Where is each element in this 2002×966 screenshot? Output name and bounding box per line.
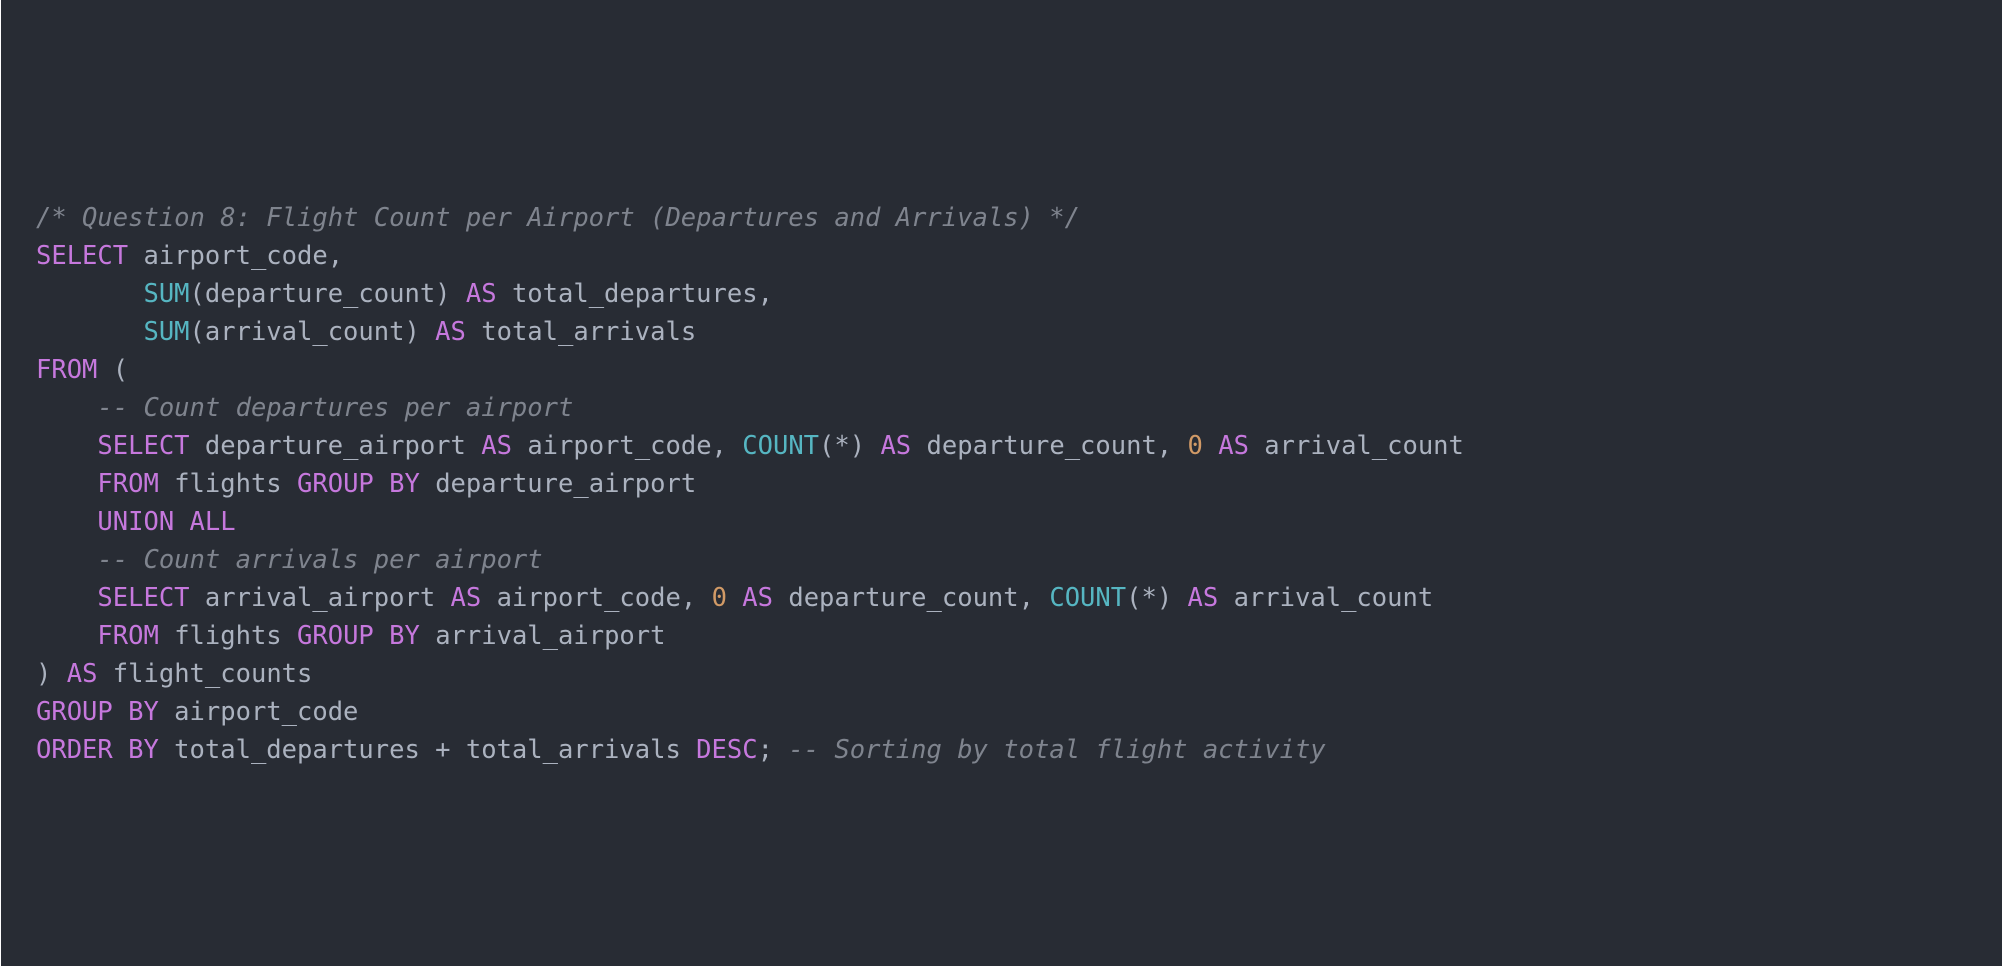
- code-token-keyword: AS: [465, 279, 497, 309]
- code-line: -- Count departures per airport: [36, 389, 1464, 427]
- code-token-plain: departure_count,: [911, 431, 1188, 461]
- code-token-plain: arrival_count: [1248, 431, 1464, 461]
- code-line: -- Count arrivals per airport: [36, 541, 1464, 579]
- code-token-plain: total_departures,: [496, 279, 773, 309]
- code-token-keyword: FROM: [97, 469, 159, 499]
- code-token-function: SUM: [143, 279, 190, 309]
- code-token-keyword: AS: [742, 583, 773, 613]
- code-token-plain: airport_code,: [481, 583, 712, 613]
- code-token-plain: departure_airport: [419, 469, 697, 499]
- code-token-keyword: AS: [66, 659, 98, 689]
- code-token-keyword: FROM: [97, 621, 159, 651]
- sql-code-block[interactable]: /* Question 8: Flight Count per Airport …: [36, 199, 1464, 769]
- code-token-keyword: DESC: [696, 735, 758, 765]
- code-token-number: 0: [1187, 431, 1203, 461]
- code-token-plain: flights: [158, 469, 298, 499]
- code-token-plain: flights: [158, 621, 298, 651]
- code-panel: /* Question 8: Flight Count per Airport …: [1, 0, 2002, 966]
- code-token-plain: (departure_count): [189, 279, 466, 309]
- code-token-keyword: SELECT: [97, 583, 190, 613]
- code-token-keyword: GROUP BY: [297, 469, 420, 499]
- code-token-plain: flight_counts: [97, 659, 313, 689]
- code-token-function: SUM: [143, 317, 190, 347]
- code-line: FROM (: [36, 351, 1464, 389]
- code-token-keyword: AS: [481, 431, 512, 461]
- code-token-keyword: AS: [450, 583, 482, 613]
- code-line: SUM(arrival_count) AS total_arrivals: [36, 313, 1464, 351]
- code-token-plain: (arrival_count): [189, 317, 436, 347]
- code-token-keyword: AS: [1187, 583, 1219, 613]
- code-token-function: COUNT: [1049, 583, 1127, 613]
- code-token-plain: airport_code,: [128, 241, 344, 271]
- code-token-function: COUNT: [742, 431, 820, 461]
- code-token-plain: arrival_airport: [189, 583, 451, 613]
- code-token-plain: ;: [757, 735, 789, 765]
- code-line: SUM(departure_count) AS total_departures…: [36, 275, 1464, 313]
- code-line: SELECT departure_airport AS airport_code…: [36, 427, 1464, 465]
- code-token-keyword: GROUP BY: [297, 621, 420, 651]
- code-line: UNION ALL: [36, 503, 1464, 541]
- code-token-keyword: AS: [1218, 431, 1249, 461]
- code-token-plain: airport_code,: [511, 431, 743, 461]
- code-token-keyword: AS: [880, 431, 912, 461]
- code-token-comment: -- Count departures per airport: [97, 393, 574, 423]
- code-line: SELECT airport_code,: [36, 237, 1464, 275]
- code-token-plain: arrival_count: [1218, 583, 1434, 613]
- code-token-keyword: UNION ALL: [97, 507, 236, 537]
- code-token-number: 0: [711, 583, 727, 613]
- code-token-plain: airport_code: [158, 697, 359, 727]
- code-line: FROM flights GROUP BY departure_airport: [36, 465, 1464, 503]
- code-token-plain: total_departures + total_arrivals: [158, 735, 697, 765]
- code-token-plain: arrival_airport: [419, 621, 666, 651]
- code-token-plain: total_arrivals: [465, 317, 697, 347]
- code-token-plain: departure_airport: [189, 431, 482, 461]
- code-token-keyword: FROM: [36, 355, 98, 385]
- code-line: ORDER BY total_departures + total_arriva…: [36, 731, 1464, 769]
- code-token-keyword: SELECT: [97, 431, 190, 461]
- code-token-comment: -- Sorting by total flight activity: [788, 735, 1326, 765]
- code-line: GROUP BY airport_code: [36, 693, 1464, 731]
- code-line: FROM flights GROUP BY arrival_airport: [36, 617, 1464, 655]
- code-token-plain: ): [36, 659, 67, 689]
- code-token-keyword: GROUP BY: [36, 697, 159, 727]
- code-line: SELECT arrival_airport AS airport_code, …: [36, 579, 1464, 617]
- code-token-keyword: ORDER BY: [36, 735, 159, 765]
- code-line: ) AS flight_counts: [36, 655, 1464, 693]
- code-token-comment: /* Question 8: Flight Count per Airport …: [36, 203, 1080, 233]
- code-token-plain: (*): [1126, 583, 1188, 613]
- code-token-keyword: AS: [435, 317, 466, 347]
- code-token-comment: -- Count arrivals per airport: [97, 545, 543, 575]
- code-line: /* Question 8: Flight Count per Airport …: [36, 199, 1464, 237]
- code-token-keyword: SELECT: [36, 241, 129, 271]
- code-token-plain: (: [97, 355, 129, 385]
- code-token-plain: (*): [819, 431, 881, 461]
- code-token-plain: departure_count,: [773, 583, 1050, 613]
